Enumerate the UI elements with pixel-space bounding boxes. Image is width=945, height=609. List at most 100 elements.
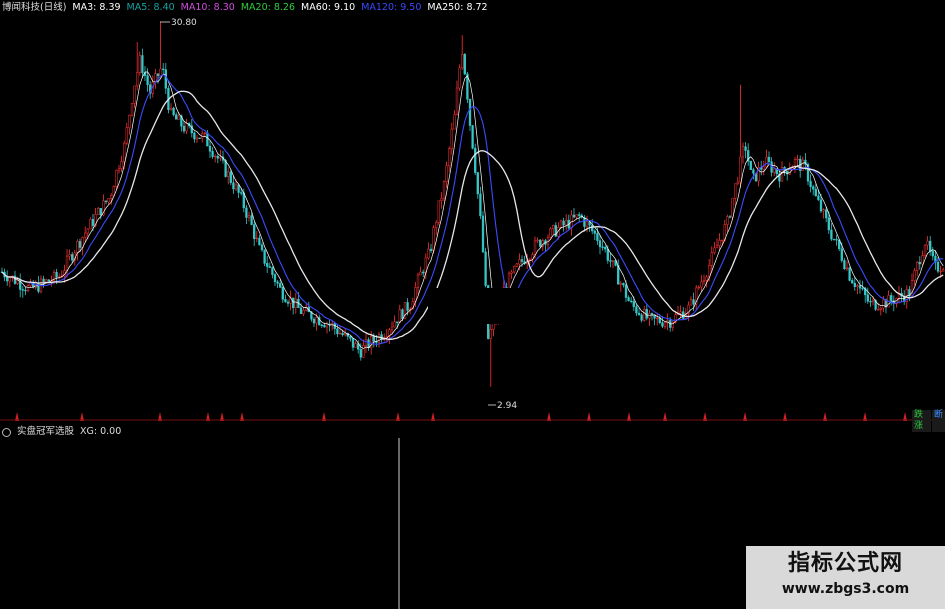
candle-body: [323, 325, 326, 328]
candle-body: [320, 324, 323, 326]
candle-body: [208, 145, 212, 152]
candle-body: [931, 250, 934, 257]
candle-body: [484, 251, 487, 286]
candle-body: [736, 181, 739, 185]
candle-body: [45, 279, 48, 282]
candle-body: [624, 284, 628, 298]
candle-body: [206, 132, 209, 147]
candle-body: [635, 306, 638, 314]
tab-duan[interactable]: 断: [931, 410, 945, 432]
candle-body: [721, 239, 724, 242]
candle-body: [393, 321, 396, 328]
candle-body: [78, 241, 82, 248]
candle-body: [107, 198, 110, 203]
candle-body: [247, 215, 251, 218]
candle-body: [406, 302, 409, 311]
candle-body: [156, 73, 160, 77]
candle-body: [284, 299, 287, 303]
indicator-settings-icon[interactable]: [2, 428, 11, 437]
candle-body: [825, 209, 828, 219]
candle-body: [471, 125, 474, 149]
candle-body: [214, 155, 217, 158]
candle-body: [125, 127, 128, 144]
stock-name[interactable]: 博闻科技(日线): [2, 1, 66, 15]
candle-body: [871, 299, 875, 302]
candle-body: [481, 215, 485, 253]
candle-body: [575, 214, 578, 218]
candle-body: [401, 309, 404, 320]
candle-body: [427, 248, 430, 259]
candle-body: [175, 114, 178, 120]
tab-zhangdie[interactable]: 跌涨: [912, 410, 931, 432]
candle-body: [216, 155, 219, 159]
candle-body: [718, 240, 721, 246]
candle-body: [617, 265, 620, 285]
candle-body: [518, 259, 521, 265]
candle-body: [26, 285, 30, 292]
candle-body: [708, 265, 711, 278]
watermark-url: www.zbgs3.com: [781, 581, 910, 597]
candle-body: [942, 269, 945, 272]
candle-body: [851, 280, 854, 284]
candle-body: [656, 317, 659, 320]
candle-body: [741, 146, 745, 158]
candle-body: [172, 107, 175, 116]
candle-body: [679, 311, 682, 314]
candle-body: [442, 181, 446, 199]
candle-body: [549, 228, 552, 238]
candle-body: [572, 214, 576, 218]
candle-body: [268, 266, 271, 268]
candle-body: [364, 339, 368, 346]
candle-body: [8, 277, 11, 282]
candle-body: [437, 200, 440, 223]
candle-body: [279, 283, 282, 288]
candle-body: [120, 161, 123, 169]
candle-body: [536, 239, 539, 242]
candle-body: [461, 54, 464, 69]
candle-body: [476, 172, 479, 195]
candle-body: [89, 219, 92, 230]
candle-body: [416, 274, 420, 288]
candle-body: [474, 147, 477, 173]
candle-body: [692, 299, 695, 305]
candle-body: [302, 310, 305, 314]
candle-body: [767, 156, 771, 162]
candle-body: [263, 249, 266, 264]
candle-body: [21, 289, 24, 291]
chart-header: 博闻科技(日线) MA3: 8.39 MA5: 8.40 MA10: 8.30 …: [2, 1, 488, 15]
candle-body: [390, 326, 394, 331]
candle-body: [455, 87, 459, 115]
candle-body: [414, 287, 417, 302]
candle-body: [117, 168, 121, 171]
candle-body: [510, 271, 513, 274]
candle-body: [344, 333, 347, 336]
candle-body: [445, 165, 448, 183]
indicator-name[interactable]: 实盘冠军选股: [17, 425, 74, 438]
candle-body: [123, 142, 126, 162]
candle-body: [539, 239, 542, 247]
candle-body: [299, 307, 303, 314]
candle-body: [453, 114, 456, 130]
candle-body: [91, 219, 95, 226]
indicator-value: XG: 0.00: [80, 426, 122, 437]
candle-body: [448, 148, 451, 167]
candle-body: [515, 263, 518, 267]
candle-body: [37, 282, 40, 292]
candle-body: [697, 286, 700, 289]
candle-body: [146, 75, 149, 86]
candle-body: [240, 192, 243, 194]
candle-body: [336, 328, 339, 335]
candle-body: [591, 224, 594, 232]
candle-body: [245, 207, 248, 218]
candle-body: [765, 156, 768, 168]
candle-body: [65, 255, 69, 271]
candle-body: [650, 313, 654, 316]
candle-body: [440, 198, 443, 202]
candle-body: [450, 128, 453, 149]
candle-body: [809, 180, 812, 187]
candle-body: [266, 263, 269, 267]
candle-body: [658, 317, 661, 323]
high-price-label: 30.80: [171, 18, 197, 28]
candle-body: [351, 338, 355, 348]
candle-body: [367, 339, 370, 349]
